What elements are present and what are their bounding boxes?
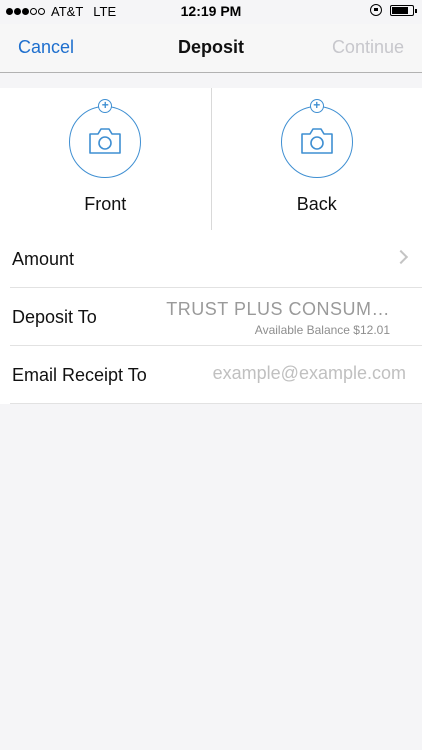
front-capture[interactable]: + Front xyxy=(0,88,212,230)
deposit-to-label: Deposit To xyxy=(12,307,97,327)
orientation-lock-icon xyxy=(370,4,382,16)
deposit-form: Amount Deposit To TRUST PLUS CONSUM… Ava… xyxy=(0,230,422,404)
plus-icon: + xyxy=(309,99,324,113)
email-receipt-input[interactable] xyxy=(184,362,408,385)
battery-icon xyxy=(390,4,417,16)
deposit-to-row[interactable]: Deposit To TRUST PLUS CONSUM… Available … xyxy=(10,288,422,346)
front-label: Front xyxy=(84,194,127,214)
available-balance: Available Balance $12.01 xyxy=(254,323,390,337)
amount-row[interactable]: Amount xyxy=(10,230,422,288)
status-right xyxy=(370,4,417,16)
back-camera-button[interactable]: + xyxy=(280,99,353,178)
check-capture-panel: + Front + Back xyxy=(0,88,422,231)
email-receipt-row: Email Receipt To xyxy=(10,346,422,404)
back-capture[interactable]: + Back xyxy=(212,88,422,230)
status-time: 12:19 PM xyxy=(180,3,242,19)
back-label: Back xyxy=(296,194,337,214)
navigation-bar: Cancel Deposit Continue xyxy=(0,24,422,73)
chevron-right-icon xyxy=(393,249,409,265)
front-camera-button[interactable]: + xyxy=(69,99,142,178)
camera-icon xyxy=(300,128,333,154)
continue-button[interactable]: Continue xyxy=(332,37,404,58)
camera-icon xyxy=(89,128,122,154)
amount-label: Amount xyxy=(12,249,75,269)
plus-icon: + xyxy=(98,99,113,113)
status-bar: AT&T LTE 12:19 PM xyxy=(0,0,422,24)
deposit-account-name: TRUST PLUS CONSUM… xyxy=(166,299,390,319)
email-receipt-label: Email Receipt To xyxy=(12,365,147,385)
